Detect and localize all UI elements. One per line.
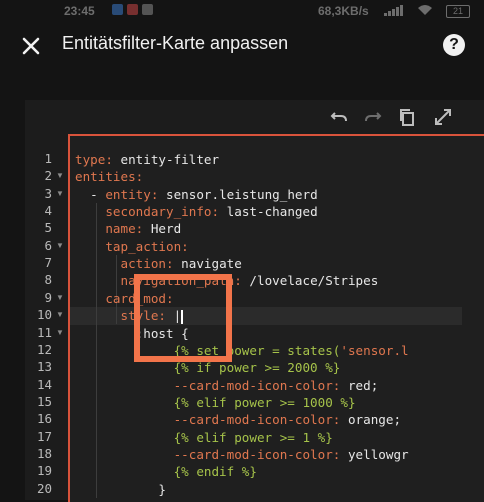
fold-chevron-icon[interactable]: ▼ [56,189,64,198]
line-number: 19 [36,463,52,479]
code-line: tap_action: [105,238,189,254]
code-line: {% if power >= 2000 %} [75,360,341,376]
line-number: 8 [44,272,52,288]
line-number: 1 [44,151,52,166]
battery-icon: 21 [446,5,470,18]
close-icon[interactable] [20,35,42,57]
line-number: 18 [36,445,52,461]
code-line: secondary_info: last-changed [105,204,318,220]
text-cursor [181,309,183,324]
fold-chevron-icon[interactable]: ▼ [56,293,64,302]
signal-icon [384,5,403,16]
undo-icon[interactable] [329,107,349,127]
line-number: 5 [44,220,52,236]
line-number: 11 [36,324,52,340]
code-line: {% elif power >= 1 %} [75,429,333,445]
line-number: 9 [44,289,52,305]
line-number: 13 [36,359,52,375]
code-line: } [75,481,166,497]
line-number: 16 [36,411,52,427]
code-line: type: entity-filter [75,152,220,167]
line-number: 10 [36,307,52,323]
line-number: 15 [36,393,52,409]
youtube-icon [127,4,138,15]
code-line: {% elif power >= 1000 %} [75,394,356,410]
code-line: {% endif %} [75,464,257,480]
code-line: style: | [120,308,183,324]
code-line: card_mod: [105,290,174,306]
line-number: 6 [44,237,52,253]
line-number: 2 [44,168,52,184]
editor-toolbar [25,100,484,134]
redo-icon[interactable] [363,107,383,127]
code-line: navigation_path: /lovelace/Stripes [120,273,379,289]
copy-icon[interactable] [397,107,417,127]
code-line: :host { [75,325,189,341]
help-icon[interactable]: ? [443,34,465,56]
fold-chevron-icon[interactable]: ▼ [56,310,64,319]
code-line: {% set power = states('sensor.l [75,342,409,358]
network-speed: 68,3KB/s [318,4,369,18]
app-notification-icon [142,4,153,15]
status-bar: 23:45 68,3KB/s 21 [0,0,484,22]
line-number: 7 [44,255,52,271]
dialog-header: Entitätsfilter-Karte anpassen ? [0,22,484,70]
line-number: 12 [36,341,52,357]
line-number: 4 [44,203,52,219]
code-line: --card-mod-icon-color: orange; [75,412,402,428]
code-line: --card-mod-icon-color: red; [75,377,379,393]
line-number: 17 [36,428,52,444]
status-time: 23:45 [64,4,95,18]
code-line: --card-mod-icon-color: yellowgr [75,446,409,462]
code-line: action: navigate [120,256,242,272]
line-number: 3 [44,185,52,201]
fold-chevron-icon[interactable]: ▼ [56,171,64,180]
code-line: name: Herd [105,221,182,237]
dialog-title: Entitätsfilter-Karte anpassen [62,33,289,53]
code-line: entities: [75,169,144,185]
code-line: - entity: sensor.leistung_herd [75,186,318,202]
fold-chevron-icon[interactable]: ▼ [56,328,64,337]
fold-chevron-icon[interactable]: ▼ [56,241,64,250]
notification-icons [112,4,153,15]
app-notification-icon [112,4,123,15]
line-number: 20 [36,480,52,496]
line-number: 14 [36,376,52,392]
wifi-icon [418,5,432,15]
fullscreen-icon[interactable] [433,107,453,127]
